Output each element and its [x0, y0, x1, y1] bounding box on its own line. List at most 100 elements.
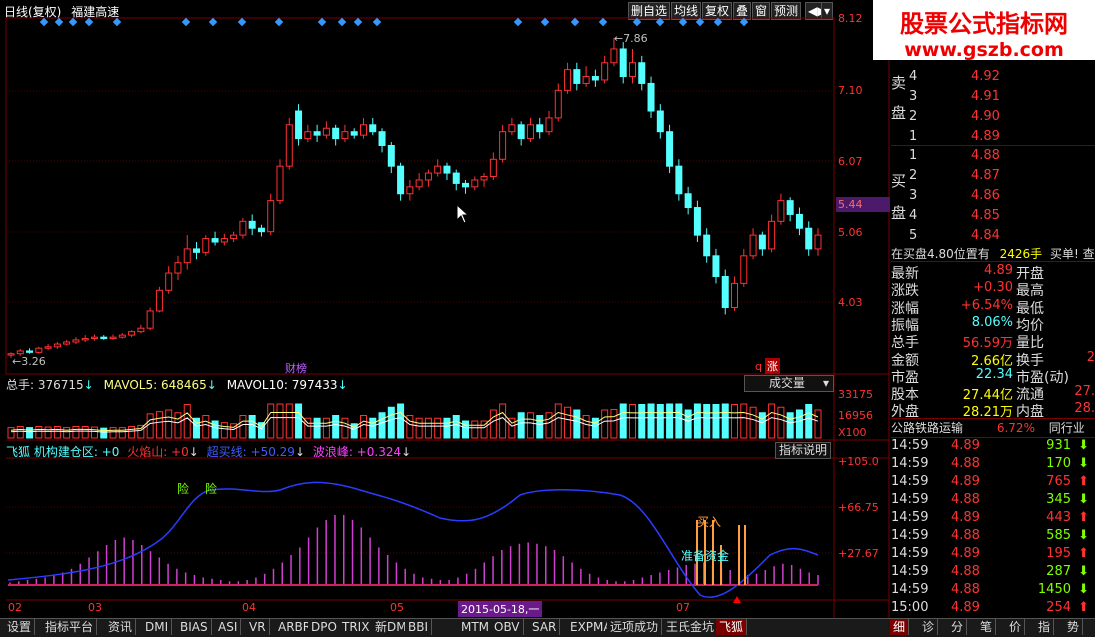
- volume-bar: [359, 415, 367, 439]
- right-panel-tab[interactable]: 诊: [919, 619, 939, 635]
- indicator-tab[interactable]: DMI: [142, 619, 173, 635]
- indicator-tab[interactable]: BIAS: [177, 619, 212, 635]
- volume-bar: [499, 403, 507, 439]
- volume-bar: [795, 409, 803, 439]
- indicator-title: 飞狐 机构建仓区: +0: [6, 445, 120, 459]
- sell-level-row[interactable]: 2 4.90: [909, 109, 1089, 127]
- event-diamond-icon: [353, 17, 363, 27]
- volume-bar: [712, 404, 720, 439]
- indicator-tab[interactable]: OBV: [491, 619, 524, 635]
- right-panel-tab[interactable]: 分: [948, 619, 968, 635]
- candle-body: [359, 124, 367, 136]
- indicator-tab[interactable]: 王氏金坑: [663, 619, 719, 635]
- volume-bar: [703, 404, 711, 439]
- buy-level-row[interactable]: 2 4.87: [909, 168, 1089, 186]
- candle-body: [693, 207, 701, 236]
- candle-body: [517, 124, 525, 140]
- arrow-up-icon: ⬆: [1078, 600, 1089, 615]
- candle-body: [341, 131, 349, 140]
- event-diamond-icon: [678, 17, 688, 27]
- trade-qty: 287: [1046, 564, 1071, 579]
- indicator-tab[interactable]: 远项成功: [607, 619, 663, 635]
- quote-value: 56.59万: [962, 336, 1013, 352]
- candle-body: [656, 110, 664, 133]
- trade-price: 4.89: [951, 474, 980, 489]
- indicator-tab[interactable]: SAR: [529, 619, 561, 635]
- sell-level-row[interactable]: 3 4.91: [909, 89, 1089, 107]
- indicator-tab[interactable]: 设置: [4, 619, 36, 635]
- trade-price: 4.88: [951, 564, 980, 579]
- indicator-tab[interactable]: ASI: [215, 619, 242, 635]
- event-diamond-icon: [68, 17, 78, 27]
- price-panel-frame: [5, 17, 835, 375]
- volume-selector-label: 成交量: [769, 376, 806, 390]
- right-panel-tab[interactable]: 价: [1006, 619, 1026, 635]
- indicator-tab[interactable]: VR: [246, 619, 270, 635]
- indicator-tab[interactable]: MTM: [458, 619, 494, 635]
- indicator-help-button[interactable]: 指标说明: [775, 442, 832, 459]
- level-number: 5: [909, 228, 918, 243]
- level-price: 4.92: [971, 69, 1000, 84]
- candle-body: [545, 117, 553, 133]
- arrow-down-icon: ⬇: [1078, 564, 1089, 579]
- candle-body: [267, 200, 275, 233]
- volume-bar: [489, 409, 497, 439]
- buy-level-row[interactable]: 5 4.84: [909, 228, 1089, 246]
- buy-level-row[interactable]: 3 4.86: [909, 188, 1089, 206]
- trade-price: 4.89: [951, 510, 980, 525]
- q-marker[interactable]: q: [755, 360, 762, 373]
- indicator-tab[interactable]: 资讯: [105, 619, 137, 635]
- sell-level-row[interactable]: 4 4.92: [909, 69, 1089, 87]
- order-note[interactable]: 在买盘4.80位置有 2426手 买单! 查看: [891, 245, 1095, 262]
- candle-body: [109, 336, 117, 340]
- volume-bar: [619, 403, 627, 439]
- volume-bar: [183, 404, 191, 439]
- trade-qty: 254: [1046, 600, 1071, 615]
- candle-body: [100, 336, 108, 340]
- buy-level-row[interactable]: 4 4.85: [909, 208, 1089, 226]
- volume-bar: [647, 403, 655, 439]
- right-panel-tab[interactable]: 笔: [977, 619, 997, 635]
- volume-bar: [7, 427, 15, 439]
- indicator-tab[interactable]: TRIX: [339, 619, 374, 635]
- indicator-tab[interactable]: 飞狐: [716, 619, 748, 635]
- volume-bar: [424, 417, 432, 439]
- volume-bar: [174, 412, 182, 439]
- arrow-down-icon: ⬇: [1078, 492, 1089, 507]
- right-panel-tab[interactable]: 势: [1064, 619, 1084, 635]
- indicator-tab[interactable]: 指标平台: [42, 619, 98, 635]
- right-panel-tab[interactable]: 指: [1035, 619, 1055, 635]
- quote-row: 最新 4.89 开盘: [891, 263, 1095, 282]
- quote-row: 股本 27.44亿 流通 27.: [891, 384, 1095, 403]
- candle-body: [786, 200, 794, 215]
- arrow-down-icon: ⬇: [1078, 456, 1089, 471]
- volume-selector[interactable]: 成交量 ▾: [744, 375, 834, 392]
- level-number: 3: [909, 89, 918, 104]
- quote-row: 金额 2.66亿 换手 2: [891, 350, 1095, 369]
- volume-bar: [610, 408, 618, 439]
- caibang-marker[interactable]: 财榜: [285, 360, 307, 376]
- right-panel-tab[interactable]: 细: [890, 619, 910, 635]
- trade-qty: 443: [1046, 510, 1071, 525]
- industry-link[interactable]: 同行业: [1049, 421, 1085, 435]
- trade-time: 14:59: [891, 528, 929, 543]
- buy-level-row[interactable]: 1 4.88: [909, 148, 1089, 166]
- quote-value: 27.44亿: [962, 388, 1013, 404]
- trade-price: 4.88: [951, 456, 980, 471]
- indicator-tab[interactable]: DPO: [308, 619, 341, 635]
- trade-qty: 195: [1046, 546, 1071, 561]
- candle-body: [174, 262, 182, 274]
- event-diamonds: [39, 17, 749, 27]
- volume-bar: [267, 403, 275, 439]
- order-note-qty: 2426手: [999, 247, 1043, 261]
- arrow-down-icon: ⬇: [1078, 528, 1089, 543]
- kline-chart[interactable]: ←7.86 ←3.26: [0, 0, 890, 619]
- indicator-tab[interactable]: BBI: [405, 619, 433, 635]
- industry-row[interactable]: 公路铁路运输 6.72% 同行业: [891, 418, 1095, 438]
- candle-body: [777, 200, 785, 222]
- trade-row: 14:59 4.88 1450 ⬇: [891, 582, 1095, 599]
- event-diamond-icon: [237, 17, 247, 27]
- trade-row: 15:00 4.89 254 ⬆: [891, 600, 1095, 617]
- candle-body: [499, 131, 507, 160]
- zhang-marker[interactable]: 涨: [765, 358, 780, 374]
